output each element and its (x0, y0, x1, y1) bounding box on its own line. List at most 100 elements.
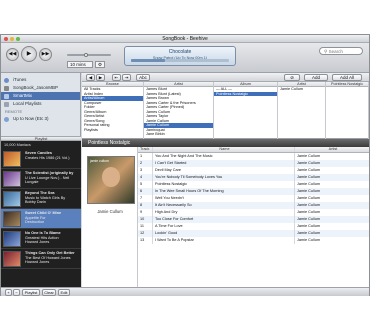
table-row[interactable]: 12 Lookin' Good Jamie Cullum (138, 230, 369, 237)
list-prev-button[interactable]: ⇤ (112, 74, 121, 81)
play-button[interactable]: ▶ (21, 46, 37, 62)
browser-item[interactable]: Jamie Cullum (278, 87, 325, 92)
volume-knob[interactable] (83, 53, 88, 57)
browser-column: Album — ALL — Pointless Nostalgic (214, 82, 278, 139)
songbook-window: SongBook - Beehive ◀◀ ▶ ▶▶ 10 mins ⚙ Cho… (0, 34, 370, 296)
track-artist: Jamie Cullum (294, 237, 369, 244)
network-icon (4, 116, 9, 122)
list-next-button[interactable]: ⇥ (122, 74, 131, 81)
track-artist: Jamie Cullum (294, 181, 369, 188)
table-row[interactable]: 1 You And The Night And The Music Jamie Cu… (138, 153, 369, 160)
track-name: Lookin' Good (152, 230, 294, 237)
back-button[interactable]: ◀ (86, 74, 95, 81)
track-artist: Jamie Cullum (294, 209, 369, 216)
pause-duration-select[interactable]: 10 mins (67, 61, 93, 68)
next-icon: ▶▶ (41, 51, 50, 57)
album-art-thumbnail (3, 231, 21, 247)
track-num: 2 (140, 161, 143, 165)
track-name: Devil May Care (152, 167, 294, 174)
volume-slider[interactable] (67, 53, 111, 57)
table-row[interactable]: 4 You're Nobody Til Somebody Loves You Jam… (138, 174, 369, 181)
queue-item[interactable]: The Scientist (originally by U Live Loun… (1, 169, 81, 189)
track-artist: Jamie Cullum (294, 223, 369, 230)
track-artist: Jamie Cullum (294, 216, 369, 223)
column-header-track[interactable]: Track (138, 147, 152, 152)
column-header[interactable]: Pointless Nostalgic (326, 82, 368, 87)
album-art-panel: jamie cullum Jamie Cullum (82, 147, 138, 287)
queue-item[interactable]: No One Is To Blame Greatest Hits Action … (1, 229, 81, 249)
browser-toolbar: ◀ ▶ ⇤ ⇥ Abc ⊘ Add Add All (82, 73, 369, 82)
track-num: 10 (140, 217, 145, 221)
table-row[interactable]: 8 It Ain't Necessarily So Jamie Cullum (138, 202, 369, 209)
clear-button[interactable]: ⊘ (284, 74, 300, 81)
track-artist: Jamie Cullum (294, 153, 369, 160)
abc-sort-button[interactable]: Abc (136, 74, 150, 81)
previous-button[interactable]: ◀◀ (6, 48, 19, 61)
queue-item[interactable]: Things Can Only Get Better The Best Of H… (1, 249, 81, 269)
table-row[interactable]: 7 Well You Needn't Jamie Cullum (138, 195, 369, 202)
table-row[interactable]: 6 In The Wee Small Hours Of The Morning Ja… (138, 188, 369, 195)
sidebar-item-songbook[interactable]: SongBook_JasonMBP (1, 84, 80, 92)
track-artist: Jamie Cullum (294, 230, 369, 237)
clear-queue-button[interactable]: Clear (42, 289, 56, 296)
remote-section-header: REMOTE (5, 109, 23, 114)
now-playing-display: Chocolate Snow Patrol (Up To Now 00m 1) (124, 46, 236, 66)
search-icon: ⚲ (324, 49, 328, 54)
track-artist: Jamie Cullum (294, 160, 369, 167)
track-name: Too Close For Comfort (152, 216, 294, 223)
queue-item-current[interactable]: Sweet Child O' Mine Appetite For Destruc… (1, 209, 81, 229)
zoom-window-button[interactable] (16, 37, 20, 41)
column-header-name[interactable]: Name (152, 147, 294, 152)
table-row[interactable]: 10 Too Close For Comfort Jamie Cullum (138, 216, 369, 223)
track-name: You're Nobody Til Somebody Loves You (152, 174, 294, 181)
track-num: 12 (140, 231, 145, 235)
column-header-artist[interactable]: Artist (294, 147, 369, 152)
minimize-window-button[interactable] (10, 37, 14, 41)
edit-button[interactable]: Edit (58, 289, 70, 296)
track-num: 4 (140, 175, 143, 179)
cover-portrait (102, 167, 120, 187)
album-artist: Jamie Cullum (97, 209, 123, 214)
remove-playlist-button[interactable]: − (13, 289, 20, 296)
close-window-button[interactable] (4, 37, 8, 41)
table-row[interactable]: 11 A Time For Love Jamie Cullum (138, 223, 369, 230)
browser-column: Artist Jamie Cullum (278, 82, 326, 139)
window-title: SongBook - Beehive (162, 36, 208, 42)
queue-item[interactable]: Beyond The Sea Music to Watch Girls By B… (1, 189, 81, 209)
track-num: 7 (140, 196, 143, 200)
table-row[interactable]: 5 Pointless Nostalgic Jamie Cullum (138, 181, 369, 188)
next-button[interactable]: ▶▶ (39, 48, 52, 61)
gear-icon: ⚙ (98, 62, 103, 67)
computer-icon (4, 85, 9, 91)
track-artist: Jamie Cullum (294, 167, 369, 174)
table-row[interactable]: 3 Devil May Care Jamie Cullum (138, 167, 369, 174)
album-banner: Pointless Nostalgic (82, 139, 369, 147)
track-name: I Want To Be A Popstar (152, 237, 294, 244)
browser-item[interactable]: Pointless Nostalgic (214, 91, 277, 96)
table-row[interactable]: 13 I Want To Be A Popstar Jamie Cullum (138, 237, 369, 244)
play-queue: 10,000 Maniacs Seven Candles Creates His… (1, 141, 81, 287)
track-rows: 1 You And The Night And The Music Jamie Cu… (138, 153, 369, 244)
table-row[interactable]: 9 High And Dry Jamie Cullum (138, 209, 369, 216)
browser-item[interactable]: Playlists (82, 128, 143, 133)
queue-item[interactable]: Seven Candles Creates His 1986 (21 Vol.) (1, 149, 81, 169)
track-name: High And Dry (152, 209, 294, 216)
playlist-mode-button[interactable]: Playlist (22, 289, 40, 296)
title-bar: SongBook - Beehive (1, 35, 369, 43)
browser-item[interactable]: Jane Birkin (144, 132, 213, 137)
smart-playlist-icon (4, 93, 9, 99)
track-artist: Jamie Cullum (294, 188, 369, 195)
sidebar-item-remote[interactable]: Up to Now (Etc 3) (1, 115, 80, 123)
sidebar-item-itunes[interactable]: iTunes (1, 76, 80, 84)
sidebar-item-local-playlists[interactable]: Local Playlists (1, 100, 80, 108)
table-row[interactable]: 2 I Can't Get Started Jamie Cullum (138, 160, 369, 167)
add-playlist-button[interactable]: + (5, 289, 12, 296)
sidebar-item-smartmix[interactable]: SmartMix (1, 92, 80, 100)
search-input[interactable]: ⚲ Search (319, 47, 363, 55)
add-all-button[interactable]: Add All (332, 74, 362, 81)
forward-button[interactable]: ▶ (96, 74, 105, 81)
playlist-settings-button[interactable]: ⚙ (95, 61, 105, 68)
add-button[interactable]: Add (304, 74, 328, 81)
playback-progress[interactable] (131, 59, 229, 62)
browser-column: Pointless Nostalgic (326, 82, 369, 139)
